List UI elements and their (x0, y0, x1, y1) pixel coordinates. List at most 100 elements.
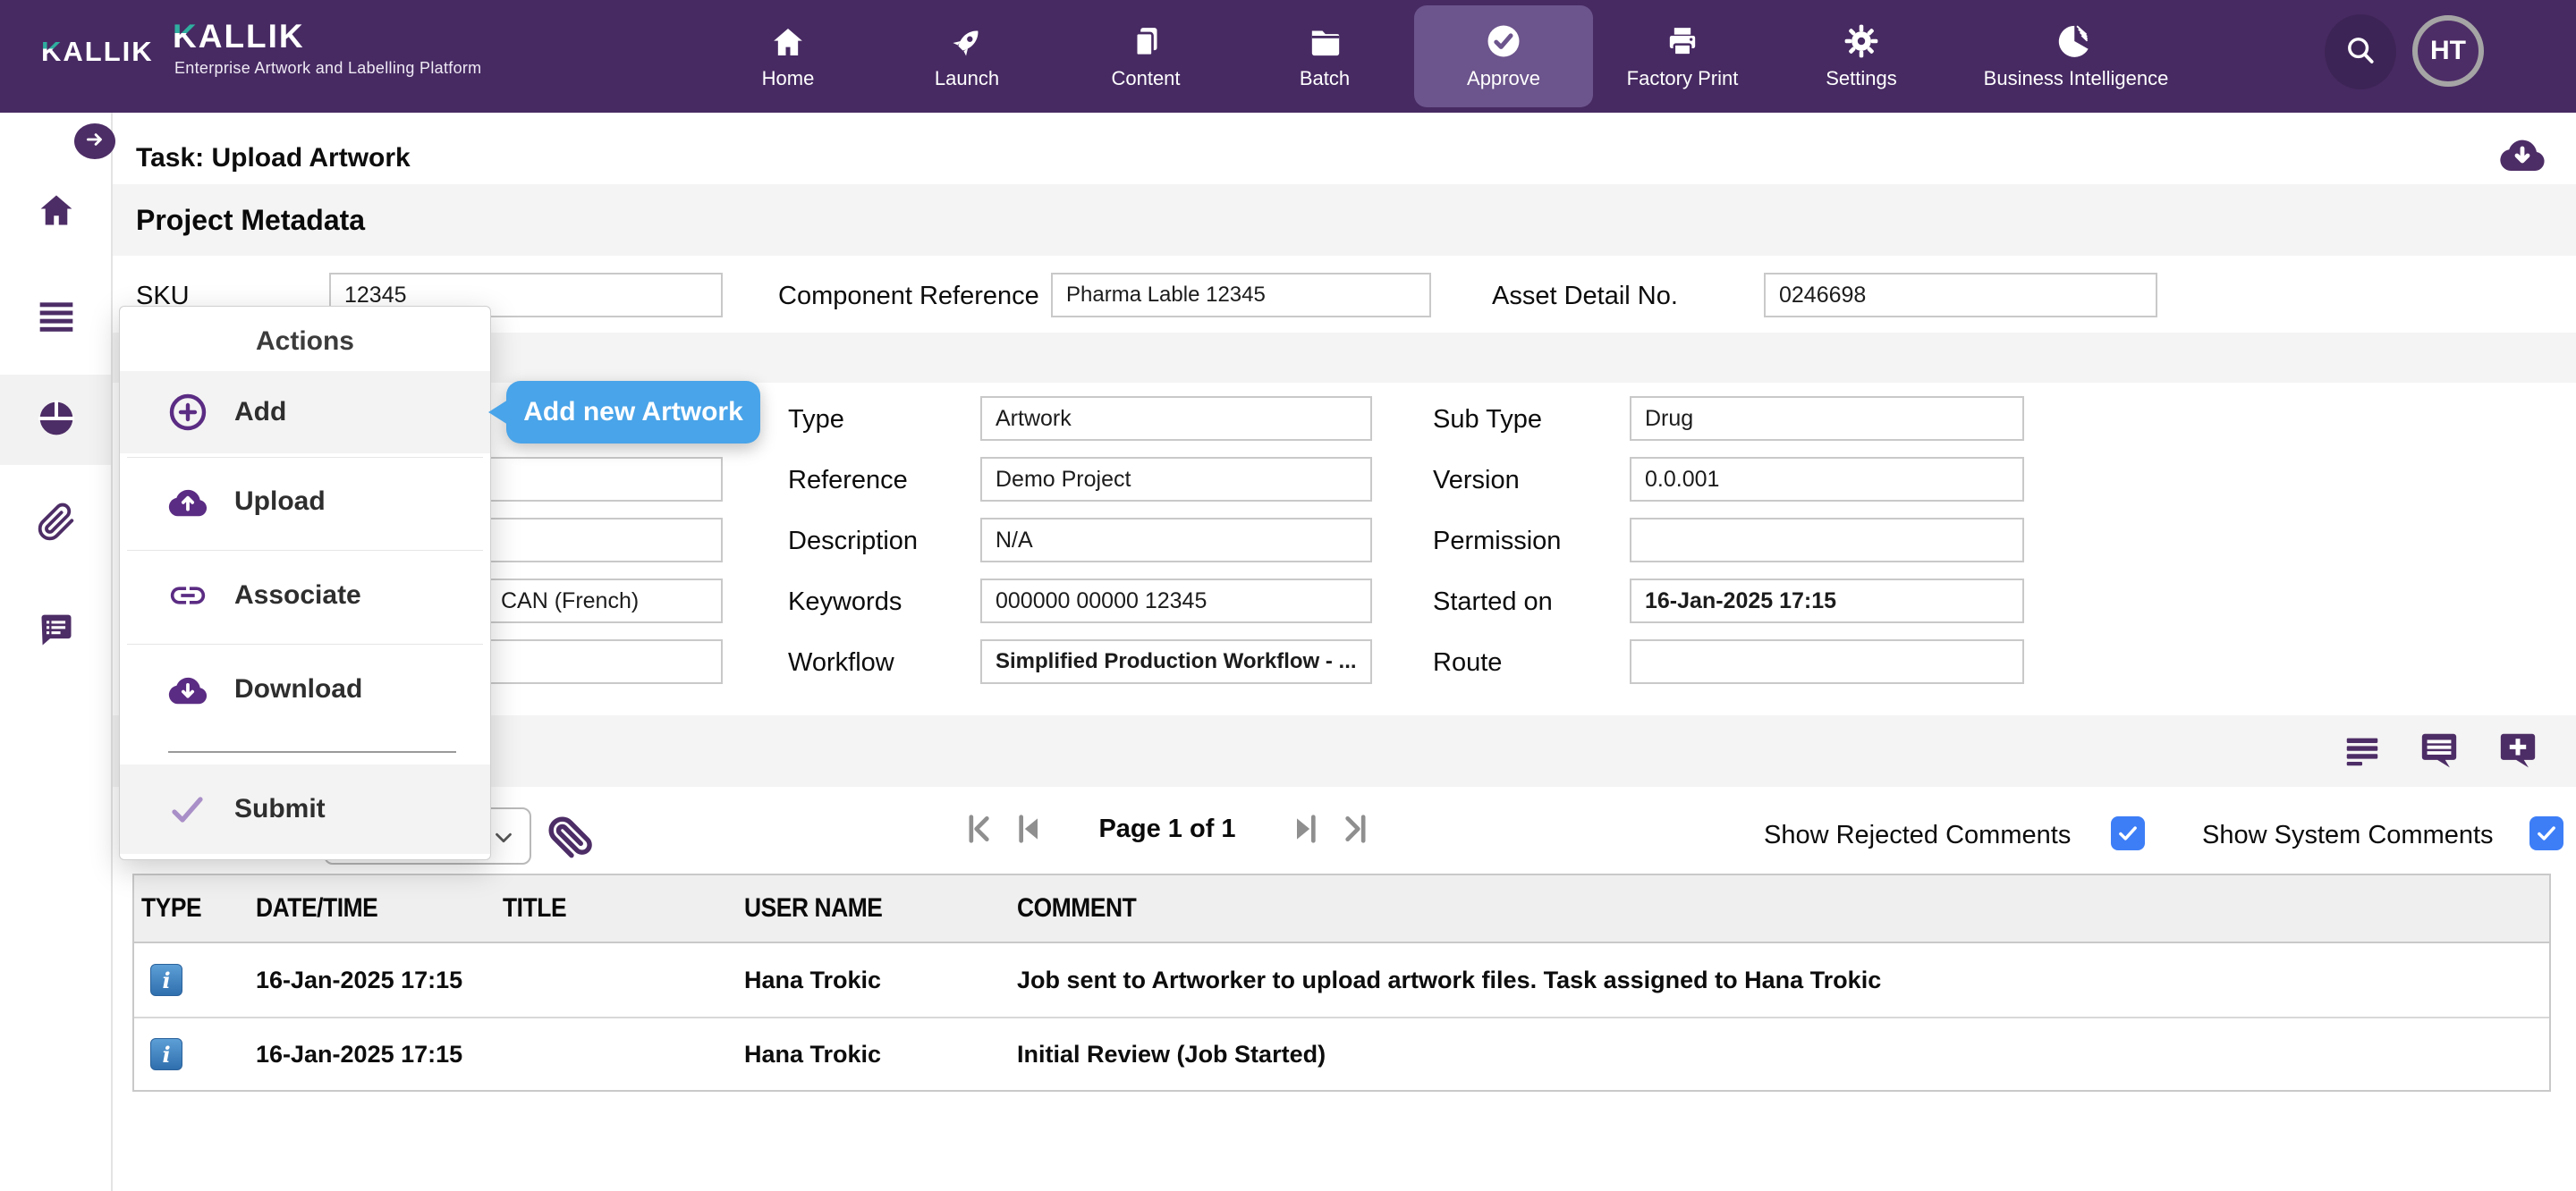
col-header-username: USER NAME (744, 893, 984, 924)
cell-datetime: 16-Jan-2025 17:15 (256, 1041, 503, 1069)
download-cloud-button[interactable] (2497, 134, 2547, 178)
folder-icon (1307, 22, 1343, 60)
previous-page-button[interactable] (1009, 809, 1048, 849)
comment-list-button[interactable] (2342, 730, 2383, 771)
route-label: Route (1433, 648, 1502, 678)
nav-item-label: Approve (1467, 67, 1540, 90)
view-comments-button[interactable] (2419, 730, 2460, 771)
chevron-down-icon (490, 824, 517, 851)
page-title: Task: Upload Artwork (136, 143, 411, 173)
nav-item-home[interactable]: Home (699, 0, 877, 113)
tooltip-arrow-icon (488, 400, 508, 425)
user-avatar[interactable]: HT (2412, 15, 2484, 87)
tooltip-text: Add new Artwork (523, 397, 743, 427)
col-header-type: TYPE (141, 893, 242, 924)
last-page-button[interactable] (1335, 809, 1375, 849)
nav-item-business-intelligence[interactable]: Business Intelligence (1951, 0, 2201, 113)
nav-item-label: Batch (1300, 67, 1350, 90)
cloud-upload-icon (166, 485, 209, 519)
type-input[interactable]: Artwork (980, 396, 1372, 441)
cell-username: Hana Trokic (744, 1041, 1017, 1069)
sub-type-input[interactable]: Drug (1630, 396, 2024, 441)
nav-item-approve[interactable]: Approve (1414, 5, 1593, 107)
workflow-input[interactable]: Simplified Production Workflow - ... (980, 639, 1372, 684)
col-header-comment: COMMENT (1017, 893, 2365, 924)
menu-divider (127, 644, 483, 645)
nav-item-launch[interactable]: Launch (877, 0, 1056, 113)
cell-comment: Job sent to Artworker to upload artwork … (1017, 967, 2549, 994)
menu-item-add[interactable]: Add (120, 371, 490, 453)
next-page-icon (1288, 811, 1324, 847)
asset-detail-no-input[interactable]: 0246698 (1764, 273, 2157, 317)
menu-item-upload[interactable]: Upload (120, 460, 490, 543)
paperclip-icon (547, 849, 592, 864)
component-reference-label: Component Reference (778, 282, 1039, 311)
menu-item-label: Upload (234, 486, 326, 517)
left-sidebar (0, 113, 113, 1191)
nav-item-batch[interactable]: Batch (1235, 0, 1414, 113)
show-system-comments-checkbox[interactable] (2529, 816, 2563, 850)
sidebar-item-attachments[interactable] (37, 503, 76, 542)
check-icon (2116, 822, 2140, 845)
component-reference-input[interactable]: Pharma Lable 12345 (1051, 273, 1431, 317)
keywords-input[interactable]: 000000 00000 12345 (980, 579, 1372, 623)
table-row[interactable]: i 16-Jan-2025 17:15 Hana Trokic Job sent… (134, 943, 2549, 1017)
table-row[interactable]: i 16-Jan-2025 17:15 Hana Trokic Initial … (134, 1017, 2549, 1090)
sidebar-item-home[interactable] (37, 190, 76, 230)
menu-item-download[interactable]: Download (120, 648, 490, 731)
attach-file-button[interactable] (547, 815, 592, 865)
keywords-label: Keywords (788, 587, 902, 617)
comments-icon (37, 638, 76, 654)
printer-icon (1665, 22, 1700, 60)
menu-divider (127, 550, 483, 551)
cell-username: Hana Trokic (744, 967, 1017, 994)
add-comment-button[interactable] (2497, 730, 2538, 771)
sidebar-item-comments[interactable] (37, 611, 76, 650)
nav-item-settings[interactable]: Settings (1772, 0, 1951, 113)
first-page-button[interactable] (960, 809, 999, 849)
project-metadata-band: Project Metadata (113, 184, 2576, 256)
menu-item-label: Download (234, 674, 362, 705)
nav-item-label: Settings (1826, 67, 1897, 90)
actions-menu-title: Actions (120, 326, 490, 357)
search-button[interactable] (2325, 14, 2396, 89)
menu-separator (168, 751, 456, 753)
last-page-icon (1337, 811, 1373, 847)
menu-item-associate[interactable]: Associate (120, 554, 490, 637)
menu-item-submit[interactable]: Submit (120, 764, 490, 854)
avatar-initials: HT (2430, 36, 2466, 66)
next-page-button[interactable] (1286, 809, 1326, 849)
nav-item-factory-print[interactable]: Factory Print (1593, 0, 1772, 113)
nav-item-label: Launch (935, 67, 999, 90)
comments-table: TYPE DATE/TIME TITLE USER NAME COMMENT i… (132, 874, 2551, 1092)
check-icon (2535, 822, 2558, 845)
sidebar-expand-button[interactable] (74, 123, 115, 159)
description-label: Description (788, 527, 918, 556)
logo-text: ALLIK (63, 36, 153, 67)
menu-divider (127, 457, 483, 458)
version-input[interactable]: 0.0.001 (1630, 457, 2024, 502)
comments-table-header: TYPE DATE/TIME TITLE USER NAME COMMENT (134, 875, 2549, 943)
actions-menu: Actions Add Upload Associate D (119, 306, 491, 860)
section-title: Project Metadata (136, 204, 365, 237)
route-input[interactable] (1630, 639, 2024, 684)
sidebar-item-artwork[interactable] (37, 399, 76, 438)
kallik-app: KALLIK KALLIK Enterprise Artwork and Lab… (0, 0, 2576, 1191)
cloud-download-icon (166, 672, 209, 706)
nav-item-label: Factory Print (1627, 67, 1739, 90)
sub-type-label: Sub Type (1433, 405, 1542, 435)
show-rejected-comments-checkbox[interactable] (2111, 816, 2145, 850)
started-on-input[interactable]: 16-Jan-2025 17:15 (1630, 579, 2024, 623)
nav-item-label: Home (762, 67, 815, 90)
type-label: Type (788, 405, 844, 435)
plus-circle-icon (166, 391, 209, 434)
description-input[interactable]: N/A (980, 518, 1372, 562)
menu-item-label: Add (234, 397, 286, 427)
menu-item-label: Associate (234, 580, 361, 611)
sidebar-item-list[interactable] (37, 296, 76, 335)
gear-icon (1843, 22, 1880, 60)
reference-input[interactable]: Demo Project (980, 457, 1372, 502)
nav-item-content[interactable]: Content (1056, 0, 1235, 113)
paperclip-icon (37, 530, 76, 545)
permission-input[interactable] (1630, 518, 2024, 562)
